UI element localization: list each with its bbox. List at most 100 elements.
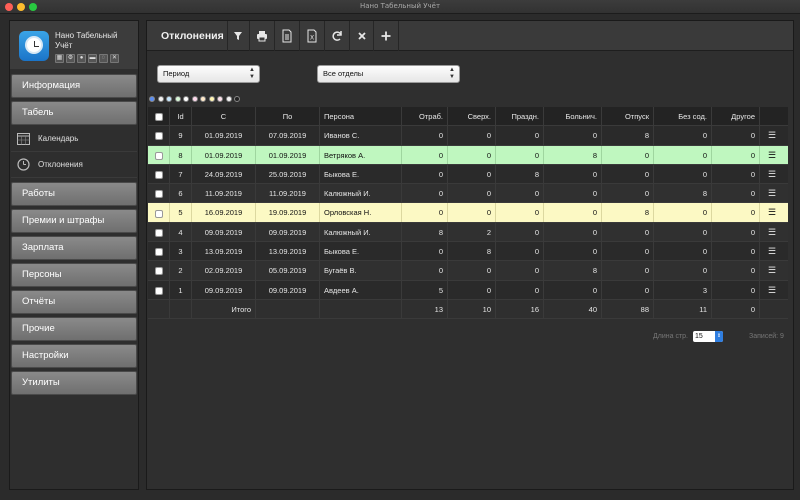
column-header[interactable]: Сверх.: [448, 107, 496, 126]
nav-reports-button[interactable]: Отчёты: [11, 290, 137, 314]
department-select[interactable]: Все отделы ▲ ▼: [317, 65, 460, 83]
row-value: 0: [544, 242, 602, 261]
row-value: 0: [654, 261, 712, 280]
row-checkbox[interactable]: [148, 184, 170, 203]
table-row[interactable]: 5 16.09.2019 19.09.2019 Орловская Н. 0 0 0 0 8 0 0…: [148, 203, 788, 223]
row-value: 0: [448, 261, 496, 280]
gear-mini-icon[interactable]: ⚙: [66, 54, 75, 63]
chat-mini-icon[interactable]: ◌: [99, 54, 108, 63]
column-header[interactable]: Отраб.: [402, 107, 448, 126]
row-date-from: 02.09.2019: [192, 261, 256, 280]
column-header[interactable]: Персона: [320, 107, 402, 126]
color-filter-dots: [149, 96, 240, 104]
row-value: 0: [712, 184, 760, 203]
row-date-to: 07.09.2019: [256, 126, 320, 145]
column-header[interactable]: Праздн.: [496, 107, 544, 126]
total-value: 13: [402, 299, 448, 319]
row-menu-icon[interactable]: ☰: [760, 165, 784, 183]
nav-persons-button[interactable]: Персоны: [11, 263, 137, 287]
color-filter-dot[interactable]: [183, 96, 189, 102]
nav-works-button[interactable]: Работы: [11, 182, 137, 206]
title-bar: Нано Табельный Учёт: [0, 0, 800, 14]
add-icon[interactable]: [377, 27, 395, 45]
column-header[interactable]: По: [256, 107, 320, 126]
toolbar-divider: [373, 21, 374, 51]
color-filter-dot[interactable]: [200, 96, 206, 102]
period-select-value: Период: [163, 69, 190, 78]
row-menu-icon[interactable]: ☰: [760, 203, 784, 221]
color-filter-dot[interactable]: [191, 96, 198, 102]
row-value: 5: [402, 280, 448, 299]
row-menu-icon[interactable]: ☰: [760, 242, 784, 260]
row-menu-icon[interactable]: ☰: [760, 281, 784, 299]
nav-utilities-button[interactable]: Утилиты: [11, 371, 137, 395]
row-value: 0: [544, 222, 602, 242]
row-checkbox[interactable]: [148, 280, 170, 299]
column-header[interactable]: Больнич.: [544, 107, 602, 126]
row-menu-icon[interactable]: ☰: [760, 184, 784, 202]
column-header[interactable]: Id: [170, 107, 192, 126]
calendar-icon: [17, 133, 30, 145]
color-filter-dot[interactable]: [149, 96, 155, 102]
color-filter-dot[interactable]: [225, 96, 232, 102]
table-row[interactable]: 7 24.09.2019 25.09.2019 Быкова Е. 0 0 8 0 0 0 0 ☰: [148, 164, 788, 185]
card-mini-icon[interactable]: ▬: [88, 54, 97, 63]
column-header[interactable]: Отпуск: [602, 107, 654, 126]
row-checkbox[interactable]: [148, 145, 170, 164]
refresh-icon[interactable]: [328, 27, 346, 45]
print-icon[interactable]: [253, 27, 271, 45]
nav-other-button[interactable]: Прочие: [11, 317, 137, 341]
color-filter-dot[interactable]: [174, 96, 181, 102]
row-checkbox[interactable]: [148, 203, 170, 222]
table-row[interactable]: 2 02.09.2019 05.09.2019 Бугаёв В. 0 0 0 8 0 0 0 ☰: [148, 261, 788, 281]
row-checkbox[interactable]: [148, 261, 170, 280]
color-filter-dot[interactable]: [157, 96, 164, 102]
excel-icon[interactable]: X: [303, 27, 321, 45]
nav-bonuses-button[interactable]: Премии и штрафы: [11, 209, 137, 233]
column-header[interactable]: С: [192, 107, 256, 126]
calendar-mini-icon[interactable]: ▦: [55, 54, 64, 63]
deviations-table: Id С По Персона Отраб. Сверх. Праздн. Бо…: [148, 107, 788, 320]
filter-icon[interactable]: [229, 27, 247, 45]
row-value: 0: [544, 184, 602, 203]
table-row[interactable]: 3 13.09.2019 13.09.2019 Быкова Е. 0 8 0 0 0 0 0 ☰: [148, 242, 788, 262]
row-menu-icon[interactable]: ☰: [760, 146, 784, 164]
select-all-checkbox[interactable]: [148, 107, 170, 126]
color-filter-dot[interactable]: [234, 96, 240, 102]
person-mini-icon[interactable]: ●: [77, 54, 86, 63]
table-row[interactable]: 9 01.09.2019 07.09.2019 Иванов С. 0 0 0 0 8 0 0 ☰: [148, 126, 788, 146]
sidebar-item-deviations[interactable]: Отклонения: [11, 152, 137, 178]
close-icon[interactable]: [353, 27, 371, 45]
column-header[interactable]: Без сод.: [654, 107, 712, 126]
row-checkbox[interactable]: [148, 242, 170, 261]
table-header: Id С По Персона Отраб. Сверх. Праздн. Бо…: [148, 107, 788, 127]
period-select[interactable]: Период ▲ ▼: [157, 65, 260, 83]
nav-info-button[interactable]: Информация: [11, 74, 137, 98]
table-row[interactable]: 1 09.09.2019 09.09.2019 Авдеев А. 5 0 0 0 0 3 0 ☰: [148, 280, 788, 300]
color-filter-dot[interactable]: [166, 96, 172, 102]
nav-salary-button[interactable]: Зарплата: [11, 236, 137, 260]
table-row[interactable]: 6 11.09.2019 11.09.2019 Калюжный И. 0 0 0 0 0 8 0 ☰: [148, 184, 788, 204]
row-menu-icon[interactable]: ☰: [760, 261, 784, 279]
row-menu-icon[interactable]: ☰: [760, 126, 784, 144]
sidebar-item-calendar[interactable]: Календарь: [11, 126, 137, 152]
row-date-to: 01.09.2019: [256, 145, 320, 164]
table-row[interactable]: 4 09.09.2019 09.09.2019 Калюжный И. 8 2 0 0 0 0 0 ☰: [148, 222, 788, 243]
row-checkbox[interactable]: [148, 164, 170, 184]
toolbar-divider: [299, 21, 300, 51]
tools-mini-icon[interactable]: ✕: [110, 54, 119, 63]
color-filter-dot[interactable]: [208, 96, 215, 102]
row-checkbox[interactable]: [148, 126, 170, 145]
row-value: 0: [654, 164, 712, 184]
document-icon[interactable]: [278, 27, 296, 45]
toolbar-divider: [324, 21, 325, 51]
column-header[interactable]: Другое: [712, 107, 760, 126]
table-row[interactable]: 8 01.09.2019 01.09.2019 Ветряков А. 0 0 0 8 0 0 0 ☰: [148, 145, 788, 165]
nav-settings-button[interactable]: Настройки: [11, 344, 137, 368]
page-length-select[interactable]: 15 ⇕: [693, 331, 723, 342]
row-checkbox[interactable]: [148, 222, 170, 242]
row-menu-icon[interactable]: ☰: [760, 223, 784, 241]
color-filter-dot[interactable]: [217, 96, 223, 102]
nav-tabel-button[interactable]: Табель: [11, 101, 137, 125]
total-value: 10: [448, 299, 496, 319]
